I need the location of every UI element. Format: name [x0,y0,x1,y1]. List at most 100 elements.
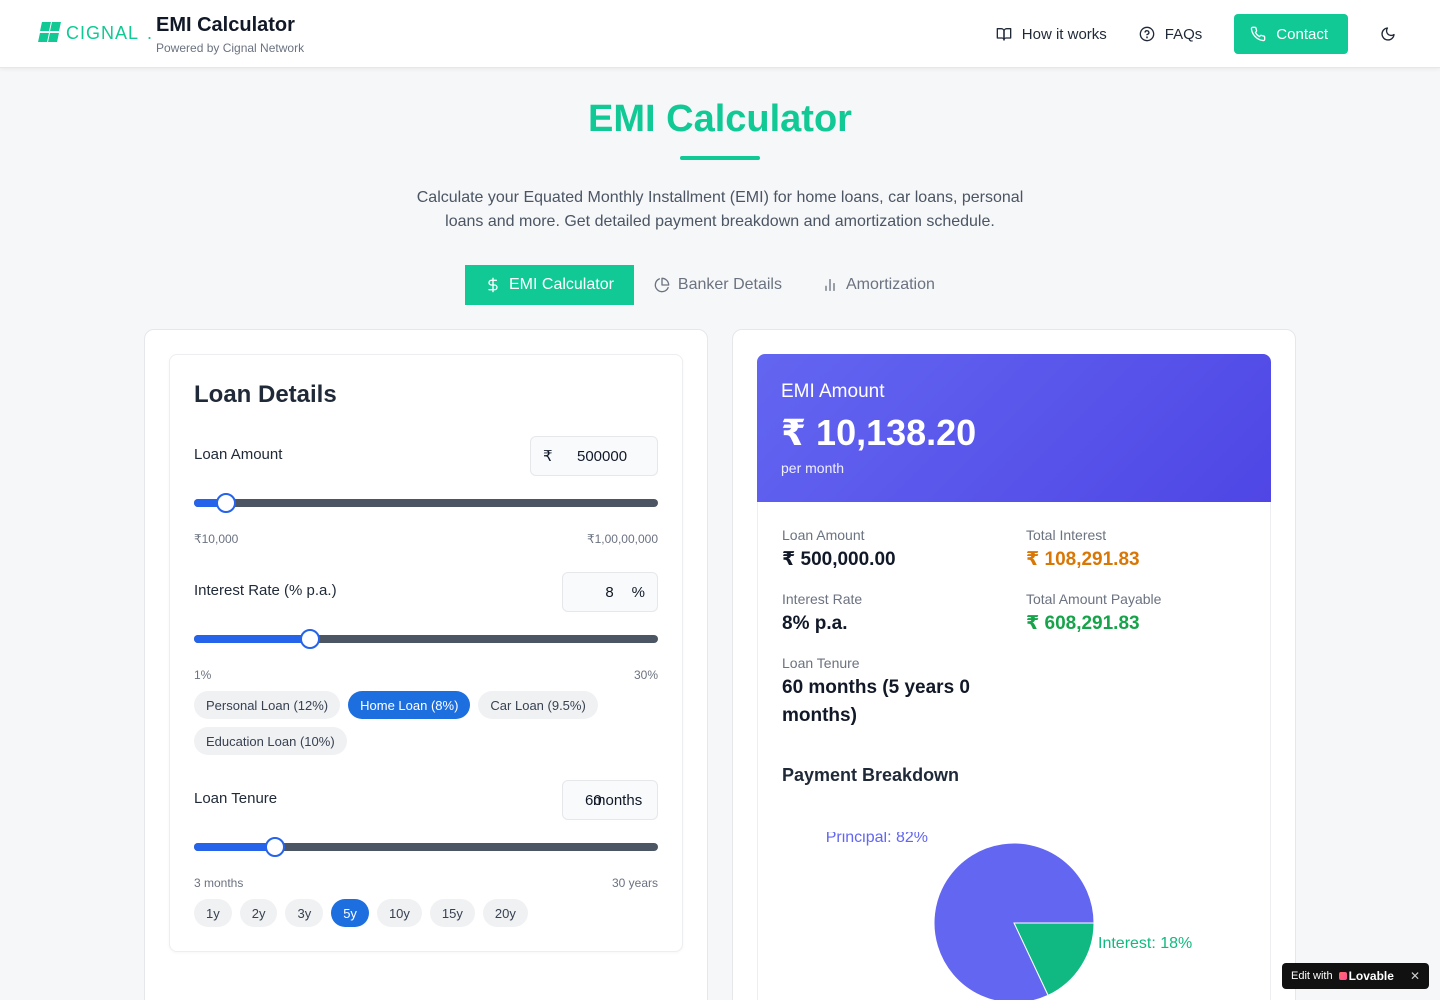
tab-emi-calculator-label: EMI Calculator [509,276,614,293]
page-description: Calculate your Equated Monthly Installme… [380,186,1060,234]
loan-amount-min: ₹10,000 [194,532,239,546]
loan-amount-range-labels: ₹10,000 ₹1,00,00,000 [194,532,658,546]
main-tabs: EMI Calculator Banker Details Amortizati… [465,265,955,305]
loan-tenure-slider-thumb[interactable] [265,837,286,857]
close-badge-icon[interactable]: ✕ [1410,969,1420,983]
logo-text: CIGNAL [66,22,140,43]
loan-amount-slider-thumb[interactable] [216,493,237,513]
preset-car-loan[interactable]: Car Loan (9.5%) [478,691,598,719]
tenure-preset-20y[interactable]: 20y [482,899,528,927]
interest-rate-slider-thumb[interactable] [300,629,320,649]
emi-result-card: EMI Amount ₹ 10,138.20 per month Loan Am… [732,329,1296,1000]
interest-rate-value: 8 [605,583,614,601]
loan-tenure-max: 30 years [611,876,658,890]
badge-name: Lovable [1348,969,1394,983]
edit-with-lovable-badge[interactable]: Edit with Lovable ✕ [1282,963,1429,989]
tenure-summary-label: Loan Tenure [782,655,860,671]
loan-tenure-slider-fill [194,843,276,851]
loan-tenure-range-labels: 3 months 30 years [194,876,658,890]
description-line-2: loans and more. Get detailed payment bre… [445,213,995,230]
lovable-heart-icon [1338,972,1347,980]
loan-details-panel: Loan Details Loan Amount ₹ 500000 ₹10,00… [169,354,683,952]
pie-chart-icon [654,277,670,293]
nav-faqs-label: FAQs [1164,25,1203,43]
header-subtitle: Powered by Cignal Network [156,41,305,55]
dollar-icon [488,277,498,293]
header-nav: How it works FAQs Contact [996,14,1400,54]
logo-dot: . [147,22,153,43]
interest-rate-label: Interest Rate (% p.a.) [194,582,337,599]
interest-rate-min: 1% [194,668,212,682]
percent-symbol: % [631,583,645,601]
nav-how-it-works[interactable]: How it works [996,14,1107,54]
title-underline [680,156,760,160]
payment-breakdown-pie-chart: Principal: 82% Interest: 18% [826,832,1192,1000]
tenure-preset-5y[interactable]: 5y [331,899,369,927]
header-title: EMI Calculator [156,14,295,36]
theme-toggle-button[interactable] [1376,14,1400,54]
cignal-logo[interactable]: CIGNAL . [38,22,152,44]
loan-tenure-min: 3 months [194,876,244,890]
emi-banner: EMI Amount ₹ 10,138.20 per month [757,354,1271,502]
moon-icon [1381,27,1395,41]
tenure-preset-15y[interactable]: 15y [429,899,475,927]
tenure-summary-line-1: 60 months (5 years 0 [782,677,970,698]
interest-presets: Personal Loan (12%) Home Loan (8%) Car L… [194,691,664,755]
loan-tenure-input[interactable]: 60 months [562,780,658,820]
tab-amortization[interactable]: Amortization [802,265,955,305]
interest-rate-slider[interactable] [194,629,658,649]
total-payable-label: Total Amount Payable [1026,591,1162,607]
total-payable-value: ₹ 608,291.83 [1026,613,1140,634]
contact-label: Contact [1276,25,1328,43]
bar-chart-icon [825,279,835,291]
interest-rate-range-labels: 1% 30% [194,668,658,682]
tab-amortization-label: Amortization [845,276,935,293]
badge-prefix: Edit with [1291,970,1333,982]
emi-details: Loan Amount ₹ 500,000.00 Total Interest … [757,502,1271,1000]
loan-amount-value: 500000 [577,447,628,465]
loan-amount-summary-value: ₹ 500,000.00 [782,549,896,570]
preset-personal-loan[interactable]: Personal Loan (12%) [194,691,341,719]
app-header: CIGNAL . EMI Calculator Powered by Cigna… [0,0,1440,68]
loan-amount-input[interactable]: ₹ 500000 [530,436,658,476]
nav-how-it-works-label: How it works [1021,25,1107,43]
contact-button[interactable]: Contact [1234,14,1348,54]
loan-tenure-unit: months [593,792,643,809]
emi-label: EMI Amount [781,381,885,402]
tenure-preset-1y[interactable]: 1y [194,899,232,927]
loan-tenure-slider[interactable] [194,837,658,857]
preset-education-loan[interactable]: Education Loan (10%) [194,727,347,755]
tenure-preset-2y[interactable]: 2y [239,899,278,927]
interest-rate-input[interactable]: 8 % [562,572,658,612]
tenure-preset-3y[interactable]: 3y [285,899,324,927]
tab-emi-calculator[interactable]: EMI Calculator [465,265,634,305]
tab-banker-details[interactable]: Banker Details [634,265,802,305]
tenure-summary-value: 60 months (5 years 0 months) [782,674,970,730]
interest-rate-summary-label: Interest Rate [782,591,863,607]
nav-faqs[interactable]: FAQs [1139,14,1203,54]
tab-banker-details-label: Banker Details [677,276,782,293]
loan-amount-slider[interactable] [194,493,658,513]
help-circle-icon [1139,26,1155,42]
total-interest-value: ₹ 108,291.83 [1026,549,1140,570]
emi-period: per month [781,460,845,476]
interest-rate-summary-value: 8% p.a. [782,613,848,634]
pie-label-principal: Principal: 82% [826,832,928,846]
loan-tenure-label: Loan Tenure [194,790,278,807]
loan-amount-max: ₹1,00,00,000 [586,532,658,546]
interest-rate-max: 30% [633,668,658,682]
tenure-presets: 1y 2y 3y 5y 10y 15y 20y [194,899,664,927]
emi-value: ₹ 10,138.20 [781,412,977,453]
preset-home-loan[interactable]: Home Loan (8%) [348,691,471,719]
cignal-logo-icon [38,22,61,44]
book-icon [996,28,1012,41]
payment-breakdown-title: Payment Breakdown [782,765,960,785]
loan-amount-summary-label: Loan Amount [782,527,865,543]
loan-amount-label: Loan Amount [194,446,283,463]
page-title: EMI Calculator [588,98,852,140]
tenure-preset-10y[interactable]: 10y [376,899,422,927]
loan-details-title: Loan Details [194,381,337,408]
rupee-symbol: ₹ [543,448,553,465]
phone-icon [1251,26,1266,42]
total-interest-label: Total Interest [1026,527,1107,543]
